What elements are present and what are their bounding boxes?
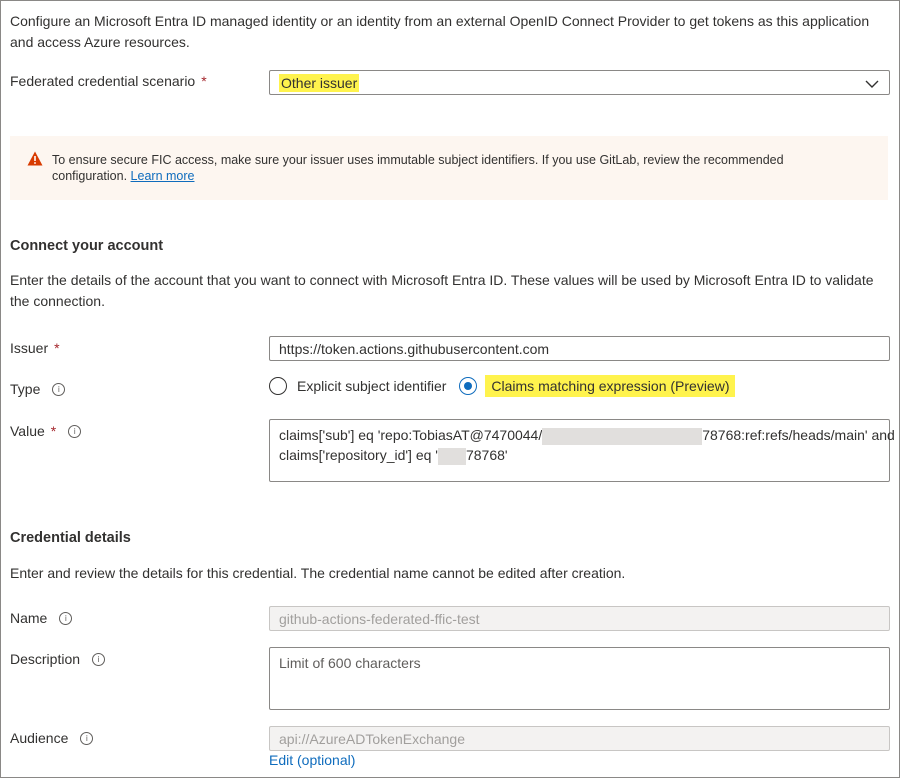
connect-description: Enter the details of the account that yo…: [10, 272, 874, 309]
type-radio-group: Explicit subject identifier Claims match…: [269, 375, 736, 397]
redacted-block: [437, 447, 466, 465]
scenario-selected-value: Other issuer: [279, 73, 360, 92]
required-marker: *: [201, 73, 207, 89]
value-label: Value * i: [10, 423, 82, 439]
name-label: Name i: [10, 610, 73, 626]
audience-input: api://AzureADTokenExchange: [269, 726, 890, 751]
edit-audience-link[interactable]: Edit (optional): [269, 752, 355, 768]
credential-heading: Credential details: [10, 530, 131, 546]
warning-text: To ensure secure FIC access, make sure y…: [52, 153, 784, 183]
radio-explicit-subject[interactable]: [269, 377, 287, 395]
radio-claims-matching[interactable]: [459, 377, 478, 395]
scenario-dropdown[interactable]: Other issuer: [269, 70, 890, 95]
intro-text: Configure an Microsoft Entra ID managed …: [10, 13, 870, 50]
info-icon[interactable]: i: [59, 611, 73, 625]
info-icon[interactable]: i: [92, 652, 106, 666]
warning-icon: [27, 151, 43, 166]
value-textarea[interactable]: claims['sub'] eq 'repo:TobiasAT@7470044/…: [269, 419, 895, 482]
radio-claims-matching-label[interactable]: Claims matching expression (Preview): [485, 375, 736, 397]
name-input: github-actions-federated-ffic-test: [269, 606, 890, 631]
redacted-block: [542, 427, 703, 445]
info-icon[interactable]: i: [80, 731, 94, 745]
info-icon[interactable]: i: [52, 382, 66, 396]
issuer-input[interactable]: https://token.actions.githubusercontent.…: [269, 336, 890, 361]
learn-more-link[interactable]: Learn more: [131, 169, 195, 183]
description-label: Description i: [10, 651, 106, 667]
connect-heading: Connect your account: [10, 238, 164, 254]
required-marker: *: [54, 340, 60, 356]
type-label: Type i: [10, 381, 66, 397]
audience-label: Audience i: [10, 730, 94, 746]
required-marker: *: [50, 423, 57, 439]
issuer-label: Issuer *: [10, 340, 60, 356]
radio-explicit-subject-label[interactable]: Explicit subject identifier: [297, 378, 446, 394]
chevron-down-icon: [865, 80, 879, 88]
credential-description: Enter and review the details for this cr…: [10, 565, 626, 581]
info-icon[interactable]: i: [68, 424, 82, 438]
description-textarea[interactable]: Limit of 600 characters: [269, 647, 890, 710]
scenario-label: Federated credential scenario *: [10, 73, 207, 89]
warning-banner: To ensure secure FIC access, make sure y…: [10, 136, 888, 200]
